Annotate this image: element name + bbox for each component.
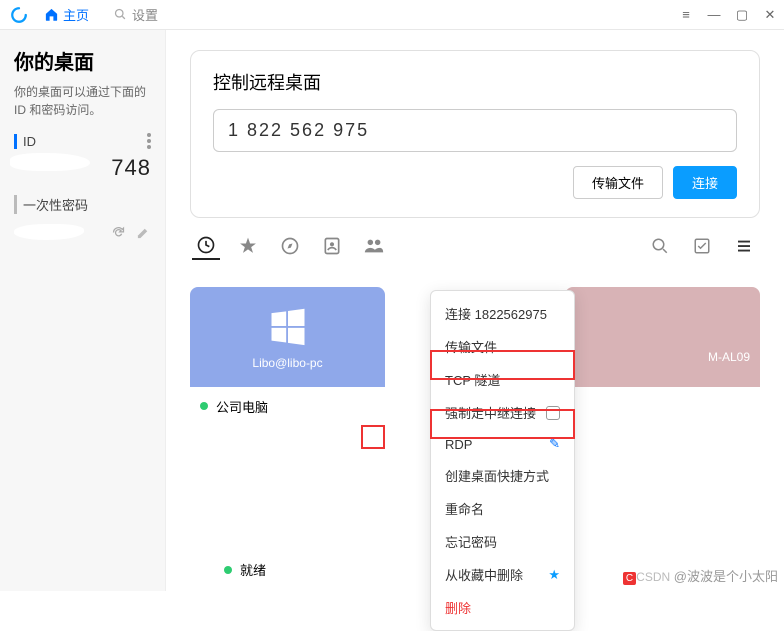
id-more-button[interactable] [147, 133, 151, 149]
status-bar: 就绪 [224, 560, 266, 579]
sidebar: 你的桌面 你的桌面可以通过下面的 ID 和密码访问。 ID 000 000 74… [0, 30, 166, 591]
refresh-icon[interactable] [111, 225, 126, 240]
tab-home[interactable]: 主页 [32, 0, 101, 29]
card-host-label: Libo@libo-pc [252, 356, 322, 370]
search-icon[interactable] [646, 232, 674, 260]
annotation-box-more [361, 425, 385, 449]
transfer-button[interactable]: 传输文件 [573, 166, 663, 199]
ctx-relay[interactable]: 强制走中继连接 [431, 396, 574, 429]
pencil-icon[interactable]: ✎ [549, 436, 560, 452]
maximize-button[interactable]: ▢ [728, 0, 756, 29]
tab-settings[interactable]: 设置 [101, 0, 170, 29]
connect-button[interactable]: 连接 [673, 166, 737, 199]
home-icon [44, 7, 59, 22]
minimize-button[interactable]: — [700, 0, 728, 29]
menu-button[interactable]: ≡ [672, 0, 700, 29]
discover-icon[interactable] [276, 232, 304, 260]
id-value: 000 000 748 [14, 155, 151, 181]
edit-icon[interactable] [136, 225, 151, 240]
list-view-icon[interactable] [730, 232, 758, 260]
star-icon: ★ [548, 567, 560, 583]
id-label: ID [14, 134, 36, 149]
filter-bar [190, 218, 760, 271]
ctx-forget[interactable]: 忘记密码 [431, 525, 574, 558]
ctx-transfer[interactable]: 传输文件 [431, 330, 574, 363]
sidebar-title: 你的桌面 [14, 46, 151, 75]
favorite-icon[interactable] [234, 232, 262, 260]
ctx-unfav[interactable]: 从收藏中删除★ [431, 558, 574, 591]
watermark: CCSDN @波波是个小太阳 [623, 566, 778, 585]
card-name: 公司电脑 [216, 397, 268, 416]
panel-title: 控制远程桌面 [213, 69, 737, 95]
ctx-delete[interactable]: 删除 [431, 591, 574, 624]
search-settings-icon [113, 7, 128, 22]
windows-icon [266, 304, 310, 348]
password-masked [14, 224, 84, 240]
sidebar-desc: 你的桌面可以通过下面的 ID 和密码访问。 [14, 83, 151, 119]
ctx-tcp[interactable]: TCP 隧道 [431, 363, 574, 396]
checkbox-icon[interactable] [546, 406, 560, 420]
tab-home-label: 主页 [63, 5, 89, 24]
recent-icon[interactable] [192, 232, 220, 260]
ctx-rename[interactable]: 重命名 [431, 492, 574, 525]
tab-settings-label: 设置 [132, 5, 158, 24]
addressbook-icon[interactable] [318, 232, 346, 260]
ctx-shortcut[interactable]: 创建桌面快捷方式 [431, 459, 574, 492]
group-icon[interactable] [360, 232, 388, 260]
device-card-pink[interactable]: M-AL09 [565, 287, 760, 417]
ctx-rdp[interactable]: RDP✎ [431, 429, 574, 459]
select-icon[interactable] [688, 232, 716, 260]
close-button[interactable]: ✕ [756, 0, 784, 29]
remote-id-input[interactable] [213, 109, 737, 152]
status-dot-icon [224, 566, 232, 574]
status-text: 就绪 [240, 560, 266, 579]
password-label: 一次性密码 [14, 195, 88, 214]
ctx-connect[interactable]: 连接 1822562975 [431, 297, 574, 330]
card-host-suffix: M-AL09 [708, 350, 750, 364]
app-logo-icon [6, 2, 32, 28]
device-card-blue[interactable]: Libo@libo-pc 公司电脑 [190, 287, 385, 417]
remote-panel: 控制远程桌面 传输文件 连接 [190, 50, 760, 218]
context-menu: 连接 1822562975 传输文件 TCP 隧道 强制走中继连接 RDP✎ 创… [430, 290, 575, 631]
status-dot [200, 402, 208, 410]
